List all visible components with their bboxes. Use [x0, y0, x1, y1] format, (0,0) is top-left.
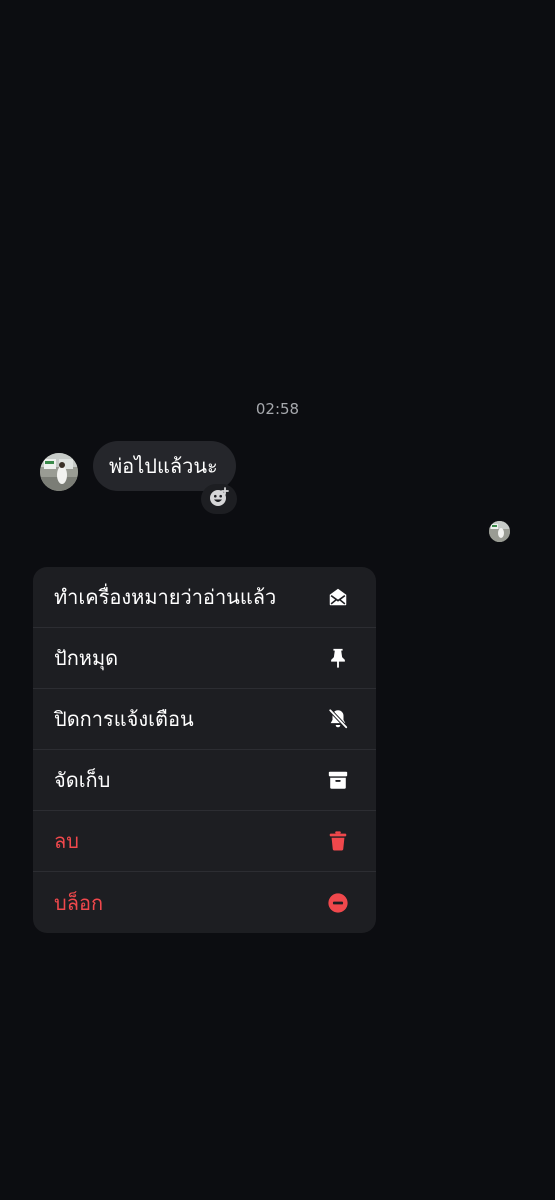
message-timestamp: 02:58 [255, 400, 300, 418]
mute-notifications-menu-item[interactable]: ปิดการแจ้งเตือน [33, 689, 376, 750]
bell-off-icon [327, 708, 349, 730]
add-reaction-button[interactable] [201, 484, 237, 514]
emoji-add-icon [208, 486, 230, 512]
mark-as-read-menu-item[interactable]: ทำเครื่องหมายว่าอ่านแล้ว [33, 567, 376, 628]
context-menu: ทำเครื่องหมายว่าอ่านแล้ว ปักหมุด ปิดการแ… [33, 567, 376, 933]
block-menu-item[interactable]: บล็อก [33, 872, 376, 933]
archive-menu-item[interactable]: จัดเก็บ [33, 750, 376, 811]
menu-item-label: ลบ [54, 829, 79, 853]
trash-icon [327, 830, 349, 852]
menu-item-label: ปักหมุด [54, 646, 119, 670]
pin-menu-item[interactable]: ปักหมุด [33, 628, 376, 689]
archive-icon [327, 769, 349, 791]
message-text: พ่อไปแล้วนะ [109, 454, 218, 478]
menu-item-label: ทำเครื่องหมายว่าอ่านแล้ว [54, 585, 277, 609]
menu-item-label: ปิดการแจ้งเตือน [54, 707, 194, 731]
delete-menu-item[interactable]: ลบ [33, 811, 376, 872]
block-icon [327, 892, 349, 914]
menu-item-label: บล็อก [54, 890, 104, 915]
read-receipt-avatar [489, 521, 510, 542]
menu-item-label: จัดเก็บ [54, 768, 111, 792]
pin-icon [327, 647, 349, 669]
sender-avatar[interactable] [40, 453, 78, 491]
envelope-open-icon [327, 586, 349, 608]
